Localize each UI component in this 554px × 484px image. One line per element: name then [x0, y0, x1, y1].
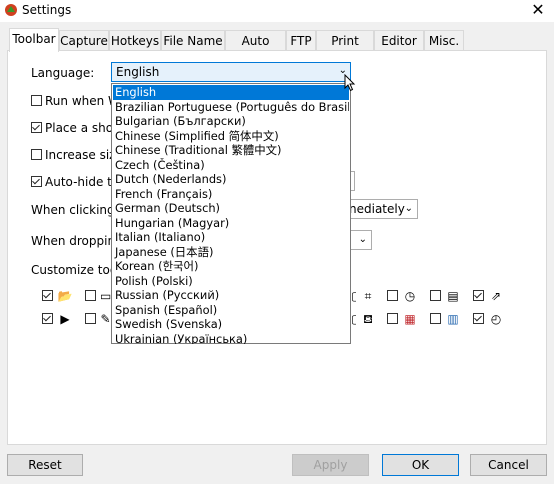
language-option[interactable]: Korean (한국어) [113, 259, 349, 274]
when-clicking-value: nediately [349, 202, 405, 216]
tab-label: Misc. [428, 34, 460, 48]
tab-file-name[interactable]: File Name [161, 30, 225, 50]
app-icon [5, 4, 17, 16]
auto-hide-toolbar-checkbox[interactable] [31, 176, 42, 187]
increase-size-checkbox[interactable] [31, 149, 42, 160]
language-option[interactable]: Brazilian Portuguese (Português do Brasi… [113, 100, 349, 115]
toolbar-item-checkbox[interactable] [85, 290, 96, 301]
auto-hide-toolbar-label: Auto-hide to [45, 175, 111, 189]
partial-icon: ▢ [351, 312, 356, 326]
language-selected-value: English [116, 65, 160, 79]
video-icon: ▶ [60, 312, 70, 326]
language-option[interactable]: Dutch (Nederlands) [113, 172, 349, 187]
toolbar-item-checkbox[interactable] [42, 313, 53, 324]
toolbar-item-checkbox[interactable] [387, 290, 398, 301]
title-bar: Settings ✕ [0, 0, 554, 22]
tab-hotkeys[interactable]: Hotkeys [109, 30, 161, 50]
toolbar-item-checkbox[interactable] [85, 313, 96, 324]
run-when-windows-starts-checkbox[interactable] [31, 95, 42, 106]
place-shortcut-label: Place a shortc [45, 121, 111, 135]
window-icon: ▭ [100, 289, 111, 303]
tab-toolbar[interactable]: Toolbar [9, 28, 59, 52]
toolbar-item-checkbox[interactable] [430, 290, 441, 301]
tab-misc[interactable]: Misc. [424, 30, 464, 50]
tab-label: Editor [381, 34, 417, 48]
ok-button[interactable]: OK [382, 454, 459, 476]
chevron-down-icon: ⌄ [404, 203, 413, 214]
cancel-button[interactable]: Cancel [470, 454, 547, 476]
language-option[interactable]: Italian (Italiano) [113, 230, 349, 245]
chevron-down-icon: ⌄ [358, 234, 367, 245]
run-when-windows-starts-label: Run when Wi [45, 94, 111, 108]
toolbar-item-checkbox[interactable] [42, 290, 53, 301]
apply-button[interactable]: Apply [292, 454, 369, 476]
auto-hide-field-edge [351, 171, 355, 191]
increase-size-label: Increase size c [45, 148, 111, 162]
tab-print[interactable]: Print [316, 30, 374, 50]
language-option[interactable]: Czech (Čeština) [113, 158, 349, 173]
tab-label: Hotkeys [110, 34, 160, 48]
language-option[interactable]: Ukrainian (Українська) [113, 332, 349, 344]
customize-toolbar-label: Customize toolb [31, 263, 111, 277]
tab-label: File Name [163, 34, 223, 48]
open-folder-icon: 📂 [57, 289, 73, 303]
layout-icon: ▥ [447, 312, 459, 326]
when-dropping-label: When dropping [31, 234, 111, 248]
language-option[interactable]: German (Deutsch) [113, 201, 349, 216]
reset-button[interactable]: Reset [7, 454, 83, 476]
tab-label: Capture [60, 34, 108, 48]
tab-capture[interactable]: Capture [59, 30, 109, 50]
language-option[interactable]: Japanese (日本語) [113, 245, 349, 260]
language-option[interactable]: Spanish (Español) [113, 303, 349, 318]
toolbar-item-checkbox[interactable] [430, 313, 441, 324]
toolbar-item-checkbox[interactable] [387, 313, 398, 324]
export-icon: ⇗ [490, 289, 502, 303]
paint-bucket-icon: ⛾ [363, 312, 373, 326]
mouse-cursor-icon [344, 74, 356, 92]
pen-icon: ✎ [100, 312, 111, 326]
place-shortcut-checkbox[interactable] [31, 122, 42, 133]
screen-icon: ▤ [447, 289, 459, 303]
language-option[interactable]: Chinese (Traditional 繁體中文) [113, 143, 349, 158]
language-option-english[interactable]: English [113, 85, 349, 100]
toolbar-item-checkbox[interactable] [473, 313, 484, 324]
language-option[interactable]: Hungarian (Magyar) [113, 216, 349, 231]
tab-label: Toolbar [12, 32, 56, 46]
language-option[interactable]: Swedish (Svenska) [113, 317, 349, 332]
clock-icon: ◷ [404, 289, 416, 303]
language-option[interactable]: Bulgarian (Български) [113, 114, 349, 129]
pdf-icon: ▦ [404, 312, 416, 326]
language-option[interactable]: Chinese (Simplified 简体中文) [113, 129, 349, 144]
window-title: Settings [22, 3, 72, 17]
language-label: Language: [31, 66, 95, 80]
language-option[interactable]: Russian (Русский) [113, 288, 349, 303]
tab-editor[interactable]: Editor [374, 30, 424, 50]
tab-auto-save[interactable]: Auto Save [225, 30, 286, 68]
tab-ftp[interactable]: FTP [286, 30, 316, 50]
crop-icon: ⌗ [364, 289, 372, 303]
tab-label: FTP [290, 34, 312, 48]
toolbar-item-checkbox[interactable] [473, 290, 484, 301]
language-dropdown[interactable]: English ⌄ [111, 62, 351, 82]
partial-icon: ▢ [351, 289, 356, 303]
language-dropdown-list: English Brazilian Portuguese (Português … [111, 83, 351, 344]
timer-icon: ◴ [490, 312, 502, 326]
language-option[interactable]: French (Français) [113, 187, 349, 202]
tab-label: Print [331, 34, 359, 48]
when-clicking-label: When clicking o [31, 203, 111, 217]
language-option[interactable]: Polish (Polski) [113, 274, 349, 289]
close-icon[interactable]: ✕ [528, 1, 548, 19]
